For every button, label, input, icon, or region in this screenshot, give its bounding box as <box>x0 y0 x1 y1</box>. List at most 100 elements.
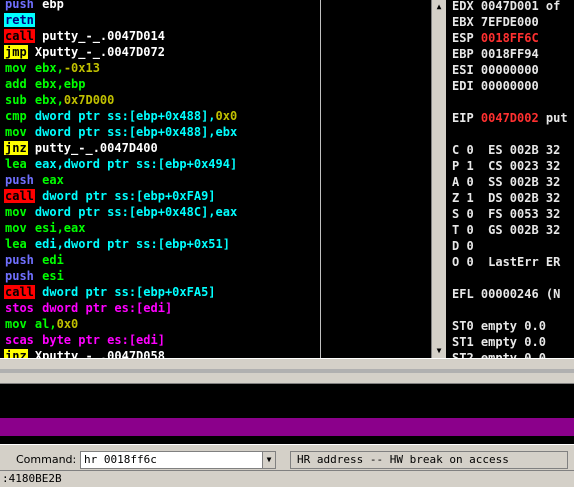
register-text: T 0 GS 002B 32 <box>452 223 561 237</box>
instruction-mnemonic: stos <box>5 301 34 315</box>
disassembly-line[interactable]: jnz Xputty_-_.0047D058 <box>4 348 165 358</box>
register-line[interactable]: D 0 <box>452 238 474 254</box>
instruction-mnemonic: jmp <box>4 45 28 59</box>
register-comment: put <box>538 111 568 125</box>
register-line[interactable]: O 0 LastErr ER <box>452 254 560 270</box>
instruction-mnemonic: retn <box>4 13 35 27</box>
instruction-operand: Xputty_-_.0047D058 <box>27 349 165 358</box>
disassembly-line[interactable]: mov ebx,-0x13 <box>4 60 100 76</box>
disassembly-line[interactable]: lea edi,dword ptr ss:[ebp+0x51] <box>4 236 230 252</box>
disassembly-line[interactable]: scas byte ptr es:[edi] <box>4 332 165 348</box>
disassembly-line[interactable]: add ebx,ebp <box>4 76 85 92</box>
instruction-operand: putty_-_.0047D400 <box>27 141 158 155</box>
disassembly-line[interactable]: retn <box>4 12 35 28</box>
disassembly-column-divider[interactable] <box>320 0 321 358</box>
instruction-mnemonic: push <box>5 253 34 267</box>
disassembly-line[interactable]: call putty_-_.0047D014 <box>4 28 165 44</box>
instruction-mnemonic: mov <box>5 61 27 75</box>
register-text: P 1 CS 0023 32 <box>452 159 561 173</box>
disassembly-line[interactable]: lea eax,dword ptr ss:[ebp+0x494] <box>4 156 237 172</box>
instruction-mnemonic: push <box>5 0 34 11</box>
register-text: EDX 0047D001 of <box>452 0 561 13</box>
register-text: EBP 0018FF94 <box>452 47 539 61</box>
command-input[interactable]: hr 0018ff6c <box>80 451 276 469</box>
register-line[interactable]: T 0 GS 002B 32 <box>452 222 560 238</box>
disassembly-line[interactable]: mov esi,eax <box>4 220 85 236</box>
scroll-down-arrow-icon[interactable]: ▼ <box>432 344 446 358</box>
disassembly-line[interactable]: call dword ptr ss:[ebp+0xFA9] <box>4 188 216 204</box>
instruction-operand: putty_-_.0047D014 <box>34 29 165 43</box>
instruction-mnemonic: call <box>4 29 35 43</box>
register-text: EDI 00000000 <box>452 79 539 93</box>
disassembly-line[interactable]: jmp Xputty_-_.0047D072 <box>4 44 165 60</box>
disassembly-line[interactable]: cmp dword ptr ss:[ebp+0x488],0x0 <box>4 108 237 124</box>
register-line[interactable]: P 1 CS 0023 32 <box>452 158 560 174</box>
register-line[interactable]: Z 1 DS 002B 32 <box>452 190 560 206</box>
register-text: ESI 00000000 <box>452 63 539 77</box>
register-line[interactable]: EIP 0047D002 put <box>452 110 568 126</box>
instruction-operand: esi,eax <box>27 221 86 235</box>
register-text: EIP <box>452 111 481 125</box>
register-text: O 0 LastErr ER <box>452 255 561 269</box>
instruction-operand: eax <box>34 173 64 187</box>
register-text: ST1 empty 0.0 <box>452 335 546 349</box>
splitter-bar[interactable] <box>0 369 574 373</box>
command-label: Command: <box>16 453 77 466</box>
register-text: ST2 empty 0.0 <box>452 351 546 358</box>
dump-pane[interactable] <box>0 384 574 418</box>
instruction-mnemonic: scas <box>5 333 34 347</box>
dump-pane-bottom <box>0 436 574 444</box>
register-text: D 0 <box>452 239 474 253</box>
instruction-operand: edi,dword ptr ss:[ebp+0x51] <box>27 237 230 251</box>
disassembly-line[interactable]: push ebp <box>4 0 64 12</box>
instruction-operand: ebx, <box>27 61 64 75</box>
register-line[interactable]: EFL 00000246 (N <box>452 286 560 302</box>
register-line[interactable]: EBP 0018FF94 <box>452 46 539 62</box>
instruction-operand: dword ptr ss:[ebp+0x488], <box>27 109 216 123</box>
register-text: C 0 ES 002B 32 <box>452 143 561 157</box>
disassembly-line[interactable]: stos dword ptr es:[edi] <box>4 300 172 316</box>
disassembly-line[interactable]: jnz putty_-_.0047D400 <box>4 140 158 156</box>
register-line[interactable]: EDI 00000000 <box>452 78 539 94</box>
instruction-mnemonic: push <box>5 173 34 187</box>
register-changed-value: 0047D002 <box>480 111 539 125</box>
instruction-mnemonic: lea <box>5 237 27 251</box>
register-line[interactable]: EBX 7EFDE000 <box>452 14 539 30</box>
instruction-mnemonic: mov <box>5 221 27 235</box>
command-hint: HR address -- HW break on access <box>290 451 568 469</box>
register-line[interactable]: ST0 empty 0.0 <box>452 318 546 334</box>
instruction-operand: dword ptr ss:[ebp+0xFA9] <box>34 189 216 203</box>
disassembly-line[interactable]: mov dword ptr ss:[ebp+0x48C],eax <box>4 204 237 220</box>
register-text: Z 1 DS 002B 32 <box>452 191 561 205</box>
disassembly-line[interactable]: mov al,0x0 <box>4 316 78 332</box>
disassembly-line[interactable]: mov dword ptr ss:[ebp+0x488],ebx <box>4 124 237 140</box>
command-dropdown-arrow-icon[interactable]: ▼ <box>262 452 275 468</box>
register-line[interactable]: EDX 0047D001 of <box>452 0 560 14</box>
register-line[interactable]: A 0 SS 002B 32 <box>452 174 560 190</box>
register-line[interactable]: ST2 empty 0.0 <box>452 350 546 358</box>
disassembly-scrollbar[interactable]: ▲ ▼ <box>431 0 445 358</box>
instruction-operand: dword ptr ss:[ebp+0x488],ebx <box>27 125 238 139</box>
instruction-operand: -0x13 <box>63 61 100 75</box>
register-line[interactable]: ST1 empty 0.0 <box>452 334 546 350</box>
scroll-up-arrow-icon[interactable]: ▲ <box>432 0 446 14</box>
register-line[interactable]: S 0 FS 0053 32 <box>452 206 560 222</box>
register-line[interactable]: ESP 0018FF6C <box>452 30 539 46</box>
registers-pane[interactable]: EDX 0047D001 of EBX 7EFDE000 ESP 0018FF6C E… <box>446 0 574 358</box>
pane-splitter[interactable] <box>0 358 574 384</box>
instruction-operand: Xputty_-_.0047D072 <box>27 45 165 59</box>
disassembly-line[interactable]: push esi <box>4 268 64 284</box>
register-text: EFL 00000246 (N <box>452 287 561 301</box>
disassembly-line[interactable]: push eax <box>4 172 64 188</box>
disassembly-line[interactable]: sub ebx,0x7D000 <box>4 92 114 108</box>
instruction-mnemonic: jnz <box>4 141 28 155</box>
disassembly-pane[interactable]: push ebp retn call putty_-_.0047D014 jmp Xp… <box>0 0 445 358</box>
register-text: ST0 empty 0.0 <box>452 319 546 333</box>
selected-dump-line[interactable] <box>0 418 574 436</box>
disassembly-line[interactable]: push edi <box>4 252 64 268</box>
instruction-operand: eax,dword ptr ss:[ebp+0x494] <box>27 157 238 171</box>
disassembly-line[interactable]: call dword ptr ss:[ebp+0xFA5] <box>4 284 216 300</box>
register-line[interactable]: ESI 00000000 <box>452 62 539 78</box>
register-text: A 0 SS 002B 32 <box>452 175 561 189</box>
register-line[interactable]: C 0 ES 002B 32 <box>452 142 560 158</box>
